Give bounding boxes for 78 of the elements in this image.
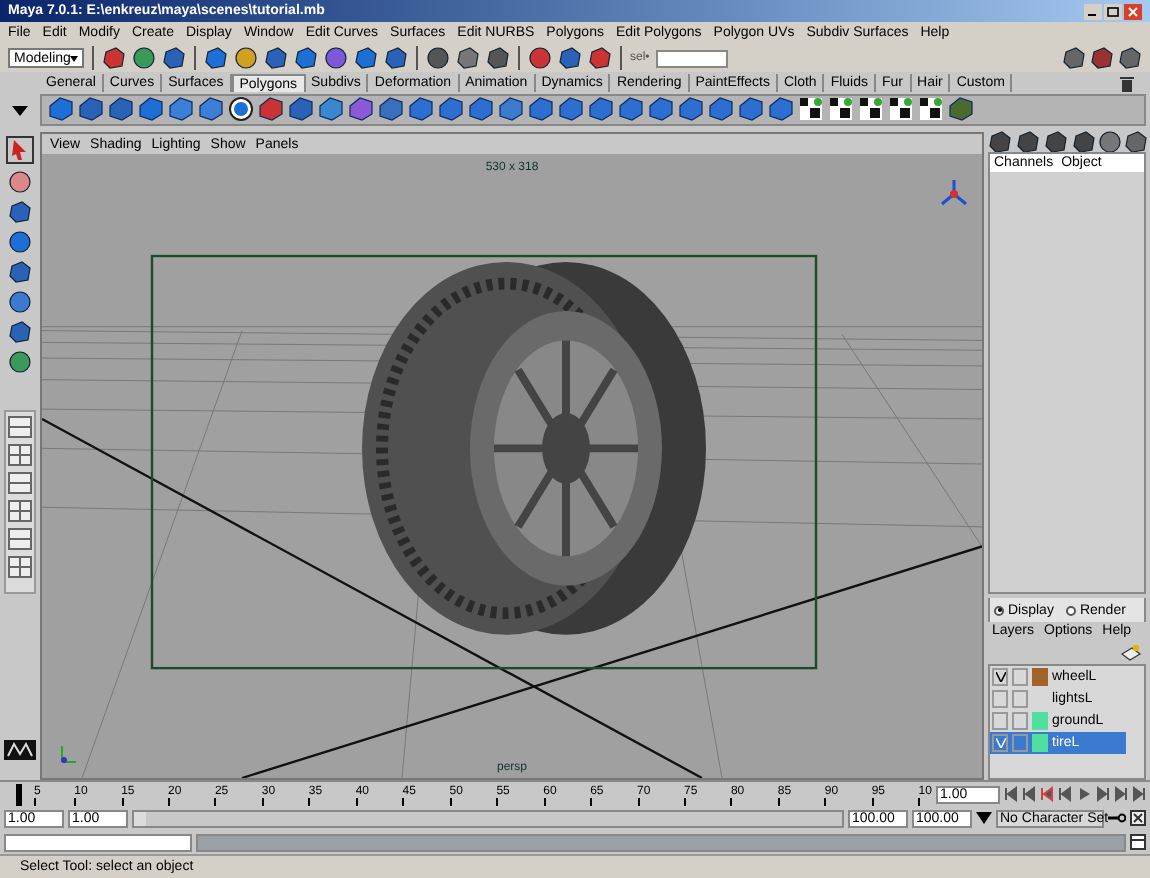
- shelf-tool-icon[interactable]: [798, 96, 824, 122]
- maximize-icon[interactable]: [1104, 3, 1122, 19]
- tool-icon[interactable]: [8, 260, 32, 284]
- toolbar-icon[interactable]: [528, 46, 552, 70]
- playback-icon[interactable]: [1076, 786, 1092, 802]
- shelf-tool-icon[interactable]: [558, 96, 584, 122]
- shelf-menu-icon[interactable]: [12, 103, 28, 115]
- maya-logo-icon: [4, 740, 36, 760]
- shelf-tool-icon[interactable]: [708, 96, 734, 122]
- dropdown-arrow-icon[interactable]: [976, 812, 992, 824]
- radio-button[interactable]: [1065, 605, 1076, 615]
- shelf-tool-icon[interactable]: [648, 96, 674, 122]
- playback-icon[interactable]: [1058, 786, 1074, 802]
- selection-field[interactable]: [655, 49, 728, 67]
- command-input-field[interactable]: [4, 833, 192, 851]
- shelf-tool-icon[interactable]: [528, 96, 554, 122]
- shelf-tool-icon[interactable]: [948, 96, 974, 122]
- tool-icon[interactable]: [8, 320, 32, 344]
- playback-icon[interactable]: [1130, 786, 1146, 802]
- tool-icon[interactable]: [8, 230, 32, 254]
- shelf-tool-icon[interactable]: [588, 96, 614, 122]
- toolbar-icon[interactable]: [132, 46, 156, 70]
- key-icon[interactable]: [1108, 810, 1126, 826]
- visibility-toggle[interactable]: [992, 690, 1008, 708]
- shelf-tool-icon[interactable]: [348, 96, 374, 122]
- playback-icon[interactable]: [1112, 786, 1128, 802]
- current-frame-marker[interactable]: [16, 784, 22, 806]
- toolbar-icon[interactable]: [324, 46, 348, 70]
- visibility-toggle[interactable]: [992, 712, 1008, 730]
- shelf-tool-icon[interactable]: [228, 96, 254, 122]
- minimize-icon[interactable]: [1084, 3, 1102, 19]
- shelf-tool-icon[interactable]: [918, 96, 944, 122]
- trash-icon[interactable]: [1120, 76, 1134, 92]
- shelf-tool-icon[interactable]: [288, 96, 314, 122]
- preferences-icon[interactable]: [1130, 810, 1146, 826]
- shelf-tool-icon[interactable]: [498, 96, 524, 122]
- close-icon[interactable]: [1124, 3, 1142, 19]
- shelf-tool-icon[interactable]: [198, 96, 224, 122]
- shelf-tool-icon[interactable]: [168, 96, 194, 122]
- script-editor-icon[interactable]: [1130, 834, 1146, 850]
- shelf-tool-icon[interactable]: [78, 96, 104, 122]
- toolbar-icon[interactable]: [1098, 130, 1122, 154]
- shelf-tool-icon[interactable]: [258, 96, 284, 122]
- playback-icon[interactable]: [1004, 786, 1020, 802]
- layer-color-swatch[interactable]: [1032, 712, 1048, 730]
- shelf-tool-icon[interactable]: [828, 96, 854, 122]
- range-slider[interactable]: [134, 811, 842, 825]
- toolbar-icon[interactable]: [234, 46, 258, 70]
- tool-icon[interactable]: [8, 170, 32, 194]
- toolbar-icon[interactable]: [426, 46, 450, 70]
- playback-icon[interactable]: [1022, 786, 1038, 802]
- playback-icon[interactable]: [1094, 786, 1110, 802]
- playback-icon[interactable]: [1040, 786, 1056, 802]
- axis-icon: [58, 742, 78, 766]
- layer-color-swatch[interactable]: [1032, 734, 1048, 752]
- tool-icon[interactable]: [8, 350, 32, 374]
- shelf-tool-icon[interactable]: [408, 96, 434, 122]
- radio-button[interactable]: [994, 605, 1004, 615]
- shelf-tool-icon[interactable]: [858, 96, 884, 122]
- shelf-tool-icon[interactable]: [138, 96, 164, 122]
- shelf-tool-icon[interactable]: [108, 96, 134, 122]
- tool-icon[interactable]: [8, 290, 32, 314]
- view-cube-icon[interactable]: [938, 178, 970, 210]
- shelf-tool-icon[interactable]: [618, 96, 644, 122]
- visibility-toggle[interactable]: [992, 668, 1008, 686]
- shelf-tool-icon[interactable]: [768, 96, 794, 122]
- shelf-tool-icon[interactable]: [48, 96, 74, 122]
- shelf-tool-icon[interactable]: [888, 96, 914, 122]
- shelf-tool-icon[interactable]: [738, 96, 764, 122]
- new-layer-icon[interactable]: [1120, 643, 1142, 661]
- shelf-tool-icon[interactable]: [678, 96, 704, 122]
- shelf-tool-icon[interactable]: [378, 96, 404, 122]
- shelf-tool-icon[interactable]: [468, 96, 494, 122]
- layer-color-swatch[interactable]: [1032, 668, 1048, 686]
- tool-icon[interactable]: [8, 200, 32, 224]
- shelf-tool-icon[interactable]: [438, 96, 464, 122]
- shelf-tool-icon[interactable]: [318, 96, 344, 122]
- visibility-toggle[interactable]: [992, 734, 1008, 752]
